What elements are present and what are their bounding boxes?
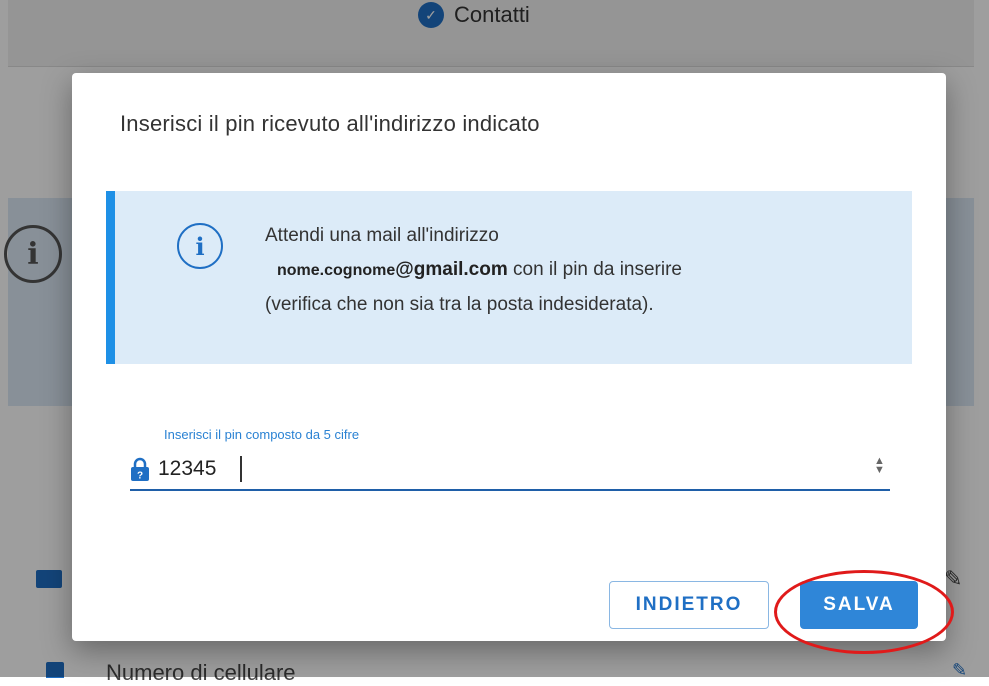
highlight-annotation: [774, 570, 954, 654]
dialog-title: Inserisci il pin ricevuto all'indirizzo …: [120, 111, 540, 136]
number-spinner[interactable]: ▲ ▼: [874, 456, 885, 476]
pin-field-label: Inserisci il pin composto da 5 cifre: [164, 427, 360, 442]
pin-field-underline: [130, 489, 890, 491]
info-icon: i: [177, 223, 223, 269]
lock-icon: ?: [131, 457, 149, 482]
pin-dialog: Inserisci il pin ricevuto all'indirizzo …: [72, 73, 946, 641]
email-address: nome.cognome@gmail.com: [277, 259, 508, 280]
pin-field: Inserisci il pin composto da 5 cifre ? ▲…: [130, 427, 890, 493]
svg-text:?: ?: [137, 471, 143, 482]
back-button[interactable]: INDIETRO: [609, 581, 769, 629]
info-alert: i Attendi una mail all'indirizzo nome.co…: [106, 191, 912, 364]
info-message: Attendi una mail all'indirizzo nome.cogn…: [265, 219, 825, 322]
info-line-3: (verifica che non sia tra la posta indes…: [265, 294, 654, 315]
info-line-1: Attendi una mail all'indirizzo: [265, 225, 499, 246]
info-line-2: nome.cognome@gmail.com con il pin da ins…: [265, 253, 825, 288]
pin-input[interactable]: [158, 453, 858, 485]
text-caret: [240, 456, 242, 482]
